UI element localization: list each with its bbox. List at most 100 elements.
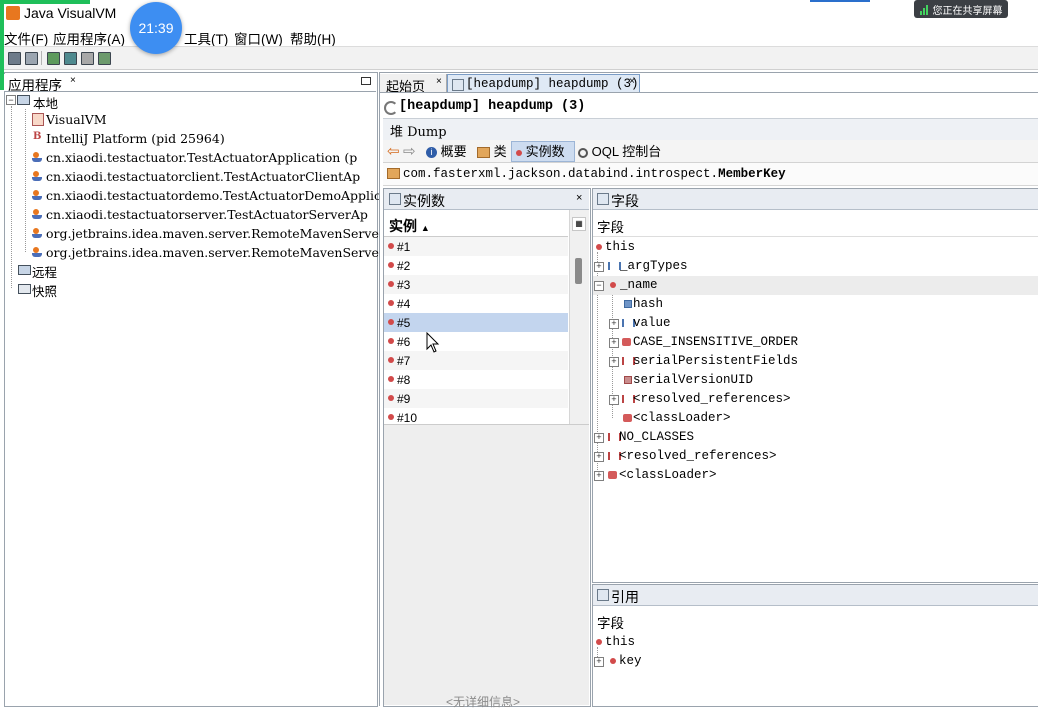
expand-icon[interactable]: +: [594, 262, 604, 272]
menu-window[interactable]: 窗口(W): [234, 28, 283, 48]
field-row[interactable]: + <resolved_references>: [593, 390, 1038, 409]
field-row[interactable]: + serialPersistentFields: [593, 352, 1038, 371]
intellij-icon: B: [33, 131, 42, 142]
menu-help[interactable]: 帮助(H): [290, 28, 336, 48]
collapse-icon[interactable]: −: [6, 95, 16, 105]
instance-row[interactable]: #2: [384, 256, 568, 275]
field-row[interactable]: + CASE_INSENSITIVE_ORDER: [593, 333, 1038, 352]
field-label: NO_CLASSES: [619, 430, 695, 444]
column-picker-icon[interactable]: ▦: [572, 217, 586, 231]
instance-label: #7: [397, 354, 411, 368]
expand-icon[interactable]: +: [609, 395, 619, 405]
instance-row-selected[interactable]: #5: [384, 313, 568, 332]
instance-row[interactable]: #3: [384, 275, 568, 294]
field-row-selected[interactable]: − _name: [593, 276, 1038, 295]
save-icon[interactable]: [25, 52, 38, 65]
view-oql-button[interactable]: OQL 控制台: [578, 143, 661, 161]
field-row[interactable]: hash: [593, 295, 1038, 314]
field-row-this[interactable]: this: [593, 238, 1038, 257]
close-icon[interactable]: ×: [436, 76, 442, 87]
field-row[interactable]: + <resolved_references>: [593, 447, 1038, 466]
app-label: cn.xiaodi.testactuatorclient.TestActuato…: [46, 169, 361, 184]
minimize-icon[interactable]: [361, 77, 371, 85]
instance-row[interactable]: #10: [384, 408, 568, 424]
no-detail-text: <无详细信息>: [446, 695, 521, 709]
view-classes-button[interactable]: 类: [477, 143, 507, 161]
expand-icon[interactable]: +: [609, 319, 619, 329]
expand-icon[interactable]: +: [594, 471, 604, 481]
expand-icon[interactable]: +: [594, 657, 604, 667]
scrollbar-thumb[interactable]: [575, 258, 582, 284]
java-process-icon: [32, 171, 42, 182]
field-row[interactable]: + value: [593, 314, 1038, 333]
menu-file[interactable]: 文件(F): [4, 28, 48, 48]
collapse-icon[interactable]: −: [594, 281, 604, 291]
instance-row[interactable]: #4: [384, 294, 568, 313]
forward-arrow-icon[interactable]: ⇨: [403, 143, 416, 161]
menu-applications[interactable]: 应用程序(A): [53, 28, 125, 48]
add-jmx-connection-icon[interactable]: [47, 52, 60, 65]
view-instances-button[interactable]: 实例数: [516, 143, 565, 161]
tree-label-local: 本地: [33, 97, 59, 111]
classes-label: 类: [493, 144, 507, 159]
close-icon[interactable]: ×: [629, 77, 635, 88]
reference-row-this[interactable]: this: [593, 633, 1038, 652]
back-arrow-icon[interactable]: ⇦: [387, 143, 400, 161]
field-label: serialVersionUID: [633, 373, 754, 387]
reference-row[interactable]: + key: [593, 652, 1038, 671]
java-process-icon: [32, 190, 42, 201]
field-row[interactable]: + <classLoader>: [593, 466, 1038, 485]
heapdump-icon: [452, 79, 464, 91]
column-title: 实例: [389, 218, 417, 234]
app-label: cn.xiaodi.testactuatordemo.TestActuatorD…: [46, 188, 382, 203]
instance-dot-icon: [610, 282, 616, 288]
expand-icon[interactable]: +: [594, 452, 604, 462]
app-label: cn.xiaodi.testactuator.TestActuatorAppli…: [46, 150, 358, 165]
static-field-icon: [623, 414, 632, 422]
static-field-icon: [608, 471, 617, 479]
close-icon[interactable]: ×: [70, 75, 76, 86]
references-panel-icon: [597, 589, 609, 601]
dump-bar: [383, 118, 1038, 141]
tree-label-remote: 远程: [32, 266, 58, 280]
clock-bubble[interactable]: 21:39: [130, 2, 182, 54]
tab-start-page[interactable]: 起始页 ×: [380, 74, 447, 94]
tab-heapdump[interactable]: [heapdump] heapdump (3) ×: [447, 74, 640, 93]
instance-dot-icon: [388, 395, 394, 401]
info-icon: i: [426, 147, 437, 159]
field-row[interactable]: serialVersionUID: [593, 371, 1038, 390]
field-row[interactable]: + _argTypes: [593, 257, 1038, 276]
instance-row[interactable]: #9: [384, 389, 568, 408]
view-summary-button[interactable]: i 概要: [426, 143, 467, 161]
expand-icon[interactable]: +: [609, 338, 619, 348]
fields-panel-title: 字段: [611, 193, 639, 209]
open-file-icon[interactable]: [8, 52, 21, 65]
instances-scrollbar[interactable]: [569, 210, 589, 424]
instance-dot-icon: [388, 319, 394, 325]
close-icon[interactable]: ×: [576, 192, 582, 204]
visualvm-icon: [32, 113, 44, 126]
instance-row[interactable]: #6: [384, 332, 568, 351]
expand-icon[interactable]: +: [609, 357, 619, 367]
field-row[interactable]: <classLoader>: [593, 409, 1038, 428]
instances-column-label[interactable]: 实例 ▲: [389, 216, 430, 236]
instance-label: #4: [397, 297, 411, 311]
refresh-icon[interactable]: [384, 101, 398, 115]
instances-label: 实例数: [525, 144, 565, 159]
screen-share-badge[interactable]: 您正在共享屏幕: [914, 0, 1008, 18]
fields-column-header[interactable]: [593, 210, 1038, 237]
thread-dump-icon[interactable]: [81, 52, 94, 65]
heap-dump-icon[interactable]: [64, 52, 77, 65]
instance-label: #9: [397, 392, 411, 406]
field-row[interactable]: + NO_CLASSES: [593, 428, 1038, 447]
instance-row[interactable]: #7: [384, 351, 568, 370]
instance-row[interactable]: #1: [384, 237, 568, 256]
static-field-icon: [622, 338, 631, 346]
snapshot-icon[interactable]: [98, 52, 111, 65]
expand-icon[interactable]: +: [594, 433, 604, 443]
menu-tools[interactable]: 工具(T): [184, 28, 228, 48]
instance-dot-icon: [596, 244, 602, 250]
tab-label: [heapdump] heapdump (3): [466, 77, 639, 91]
instance-label: #6: [397, 335, 411, 349]
instance-row[interactable]: #8: [384, 370, 568, 389]
